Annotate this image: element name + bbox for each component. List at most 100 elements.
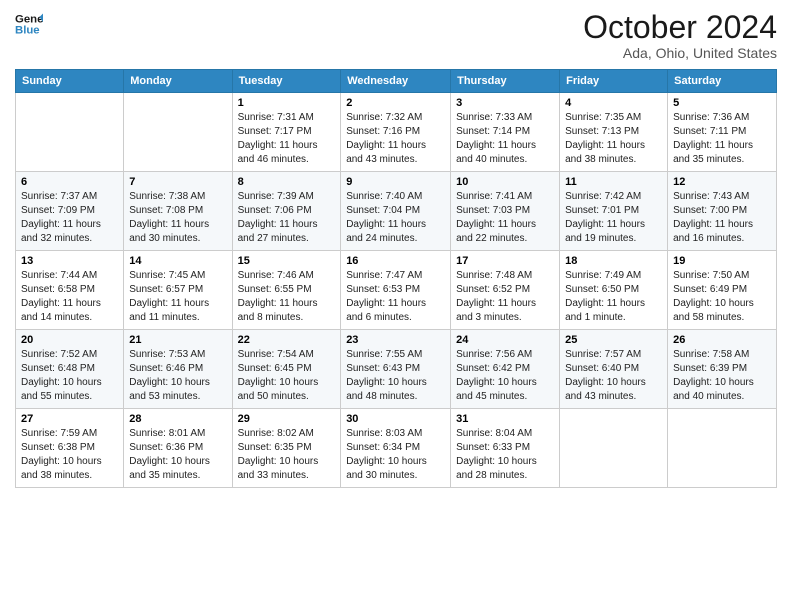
day-info: Sunrise: 7:59 AM Sunset: 6:38 PM Dayligh… <box>21 427 118 483</box>
page-subtitle: Ada, Ohio, United States <box>583 45 777 61</box>
day-info: Sunrise: 7:36 AM Sunset: 7:11 PM Dayligh… <box>673 111 771 167</box>
day-info: Sunrise: 7:46 AM Sunset: 6:55 PM Dayligh… <box>238 269 336 325</box>
day-number: 30 <box>346 413 445 425</box>
day-number: 26 <box>673 334 771 346</box>
day-info: Sunrise: 7:41 AM Sunset: 7:03 PM Dayligh… <box>456 190 554 246</box>
day-number: 9 <box>346 176 445 188</box>
day-info: Sunrise: 7:48 AM Sunset: 6:52 PM Dayligh… <box>456 269 554 325</box>
day-info: Sunrise: 7:57 AM Sunset: 6:40 PM Dayligh… <box>565 348 662 404</box>
calendar-table: SundayMondayTuesdayWednesdayThursdayFrid… <box>15 69 777 488</box>
calendar-cell: 14 Sunrise: 7:45 AM Sunset: 6:57 PM Dayli… <box>124 251 232 330</box>
day-info: Sunrise: 7:54 AM Sunset: 6:45 PM Dayligh… <box>238 348 336 404</box>
day-number: 3 <box>456 97 554 109</box>
calendar-cell: 9 Sunrise: 7:40 AM Sunset: 7:04 PM Daylig… <box>341 172 451 251</box>
calendar-cell: 8Sunrise: 7:39 AM Sunset: 7:06 PM Daylig… <box>232 172 341 251</box>
calendar-cell: 27Sunrise: 7:59 AM Sunset: 6:38 PM Dayli… <box>16 409 124 488</box>
day-number: 21 <box>129 334 226 346</box>
header: General Blue October 2024 Ada, Ohio, Uni… <box>15 10 777 61</box>
day-info: Sunrise: 7:31 AM Sunset: 7:17 PM Dayligh… <box>238 111 336 167</box>
day-info: Sunrise: 8:02 AM Sunset: 6:35 PM Dayligh… <box>238 427 336 483</box>
day-info: Sunrise: 7:42 AM Sunset: 7:01 PM Dayligh… <box>565 190 662 246</box>
day-number: 28 <box>129 413 226 425</box>
calendar-cell: 7 Sunrise: 7:38 AM Sunset: 7:08 PM Daylig… <box>124 172 232 251</box>
day-number: 24 <box>456 334 554 346</box>
calendar-header-thursday: Thursday <box>451 70 560 93</box>
calendar-cell: 21Sunrise: 7:53 AM Sunset: 6:46 PM Dayli… <box>124 330 232 409</box>
calendar-cell: 11 Sunrise: 7:42 AM Sunset: 7:01 PM Dayli… <box>560 172 668 251</box>
calendar-cell <box>16 93 124 172</box>
day-number: 19 <box>673 255 771 267</box>
day-info: Sunrise: 7:33 AM Sunset: 7:14 PM Dayligh… <box>456 111 554 167</box>
calendar-week-row: 6Sunrise: 7:37 AM Sunset: 7:09 PM Daylig… <box>16 172 777 251</box>
page-title: October 2024 <box>583 10 777 45</box>
day-number: 7 <box>129 176 226 188</box>
day-info: Sunrise: 7:40 AM Sunset: 7:04 PM Dayligh… <box>346 190 445 246</box>
calendar-week-row: 27Sunrise: 7:59 AM Sunset: 6:38 PM Dayli… <box>16 409 777 488</box>
title-block: October 2024 Ada, Ohio, United States <box>583 10 777 61</box>
day-info: Sunrise: 7:45 AM Sunset: 6:57 PM Dayligh… <box>129 269 226 325</box>
calendar-cell: 25 Sunrise: 7:57 AM Sunset: 6:40 PM Dayli… <box>560 330 668 409</box>
calendar-header-friday: Friday <box>560 70 668 93</box>
day-number: 22 <box>238 334 336 346</box>
day-number: 12 <box>673 176 771 188</box>
calendar-cell: 29 Sunrise: 8:02 AM Sunset: 6:35 PM Dayli… <box>232 409 341 488</box>
day-number: 1 <box>238 97 336 109</box>
calendar-cell: 5 Sunrise: 7:36 AM Sunset: 7:11 PM Daylig… <box>668 93 777 172</box>
calendar-cell: 30 Sunrise: 8:03 AM Sunset: 6:34 PM Dayli… <box>341 409 451 488</box>
calendar-cell <box>560 409 668 488</box>
day-info: Sunrise: 7:55 AM Sunset: 6:43 PM Dayligh… <box>346 348 445 404</box>
day-info: Sunrise: 7:32 AM Sunset: 7:16 PM Dayligh… <box>346 111 445 167</box>
calendar-cell: 19Sunrise: 7:50 AM Sunset: 6:49 PM Dayli… <box>668 251 777 330</box>
day-info: Sunrise: 7:35 AM Sunset: 7:13 PM Dayligh… <box>565 111 662 167</box>
day-number: 6 <box>21 176 118 188</box>
day-info: Sunrise: 8:01 AM Sunset: 6:36 PM Dayligh… <box>129 427 226 483</box>
calendar-header-monday: Monday <box>124 70 232 93</box>
day-number: 5 <box>673 97 771 109</box>
day-number: 13 <box>21 255 118 267</box>
calendar-cell: 24Sunrise: 7:56 AM Sunset: 6:42 PM Dayli… <box>451 330 560 409</box>
calendar-cell: 28 Sunrise: 8:01 AM Sunset: 6:36 PM Dayli… <box>124 409 232 488</box>
day-info: Sunrise: 7:47 AM Sunset: 6:53 PM Dayligh… <box>346 269 445 325</box>
calendar-header-wednesday: Wednesday <box>341 70 451 93</box>
svg-text:Blue: Blue <box>15 25 40 37</box>
day-number: 31 <box>456 413 554 425</box>
day-info: Sunrise: 7:58 AM Sunset: 6:39 PM Dayligh… <box>673 348 771 404</box>
calendar-cell: 17 Sunrise: 7:48 AM Sunset: 6:52 PM Dayli… <box>451 251 560 330</box>
logo: General Blue <box>15 10 43 38</box>
calendar-cell: 23Sunrise: 7:55 AM Sunset: 6:43 PM Dayli… <box>341 330 451 409</box>
day-info: Sunrise: 7:44 AM Sunset: 6:58 PM Dayligh… <box>21 269 118 325</box>
svg-text:General: General <box>15 13 43 25</box>
calendar-cell <box>124 93 232 172</box>
day-number: 15 <box>238 255 336 267</box>
day-info: Sunrise: 7:39 AM Sunset: 7:06 PM Dayligh… <box>238 190 336 246</box>
day-number: 14 <box>129 255 226 267</box>
calendar-cell: 1 Sunrise: 7:31 AM Sunset: 7:17 PM Daylig… <box>232 93 341 172</box>
calendar-cell: 13 Sunrise: 7:44 AM Sunset: 6:58 PM Dayli… <box>16 251 124 330</box>
day-info: Sunrise: 7:52 AM Sunset: 6:48 PM Dayligh… <box>21 348 118 404</box>
day-number: 17 <box>456 255 554 267</box>
day-number: 18 <box>565 255 662 267</box>
calendar-cell: 22 Sunrise: 7:54 AM Sunset: 6:45 PM Dayli… <box>232 330 341 409</box>
calendar-cell: 18Sunrise: 7:49 AM Sunset: 6:50 PM Dayli… <box>560 251 668 330</box>
calendar-cell: 15 Sunrise: 7:46 AM Sunset: 6:55 PM Dayli… <box>232 251 341 330</box>
calendar-week-row: 13 Sunrise: 7:44 AM Sunset: 6:58 PM Dayli… <box>16 251 777 330</box>
day-number: 29 <box>238 413 336 425</box>
calendar-cell: 10Sunrise: 7:41 AM Sunset: 7:03 PM Dayli… <box>451 172 560 251</box>
calendar-header-tuesday: Tuesday <box>232 70 341 93</box>
calendar-cell: 31Sunrise: 8:04 AM Sunset: 6:33 PM Dayli… <box>451 409 560 488</box>
calendar-cell: 26 Sunrise: 7:58 AM Sunset: 6:39 PM Dayli… <box>668 330 777 409</box>
calendar-cell: 3 Sunrise: 7:33 AM Sunset: 7:14 PM Daylig… <box>451 93 560 172</box>
day-info: Sunrise: 8:03 AM Sunset: 6:34 PM Dayligh… <box>346 427 445 483</box>
day-info: Sunrise: 7:38 AM Sunset: 7:08 PM Dayligh… <box>129 190 226 246</box>
calendar-cell: 20 Sunrise: 7:52 AM Sunset: 6:48 PM Dayli… <box>16 330 124 409</box>
day-number: 11 <box>565 176 662 188</box>
logo-icon: General Blue <box>15 10 43 38</box>
calendar-header-row: SundayMondayTuesdayWednesdayThursdayFrid… <box>16 70 777 93</box>
calendar-cell: 6Sunrise: 7:37 AM Sunset: 7:09 PM Daylig… <box>16 172 124 251</box>
day-number: 25 <box>565 334 662 346</box>
day-number: 20 <box>21 334 118 346</box>
calendar-header-saturday: Saturday <box>668 70 777 93</box>
day-info: Sunrise: 7:43 AM Sunset: 7:00 PM Dayligh… <box>673 190 771 246</box>
calendar-cell: 16Sunrise: 7:47 AM Sunset: 6:53 PM Dayli… <box>341 251 451 330</box>
calendar-header-sunday: Sunday <box>16 70 124 93</box>
